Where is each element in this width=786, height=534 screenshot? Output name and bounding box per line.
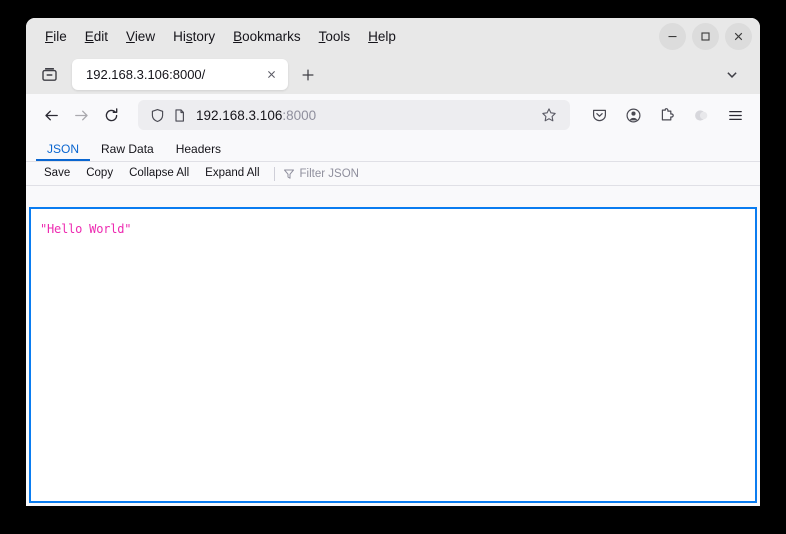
save-button[interactable]: Save: [36, 167, 78, 180]
copy-button[interactable]: Copy: [78, 167, 121, 180]
forward-button[interactable]: [66, 100, 96, 130]
filter-json-placeholder: Filter JSON: [299, 167, 359, 180]
account-button[interactable]: [618, 100, 648, 130]
hamburger-menu-icon: [728, 110, 742, 120]
browser-window: File Edit View History Bookmarks Tools H…: [26, 18, 760, 506]
list-all-tabs-button[interactable]: [718, 61, 746, 89]
extensions-icon: [661, 107, 674, 120]
menu-item-view[interactable]: View: [117, 27, 164, 47]
window-controls: [659, 18, 752, 55]
pocket-button[interactable]: [584, 100, 614, 130]
new-tab-button[interactable]: [294, 61, 322, 89]
menu-item-edit-rest: dit: [93, 28, 109, 44]
tab-title: 192.168.3.106:8000/: [86, 67, 206, 82]
menu-item-history[interactable]: History: [164, 27, 224, 47]
firefox-view-button[interactable]: [34, 60, 64, 89]
filter-icon: [283, 169, 294, 179]
forward-arrow-icon: [74, 110, 88, 120]
menu-item-bookmarks[interactable]: Bookmarks: [224, 27, 310, 47]
json-viewer-toolbar: Save Copy Collapse All Expand All Filter…: [26, 162, 760, 186]
tab-headers[interactable]: Headers: [165, 136, 232, 161]
menu-item-file[interactable]: File: [36, 27, 76, 47]
reload-icon: [105, 107, 117, 121]
chevron-down-icon: [727, 71, 737, 78]
expand-all-button[interactable]: Expand All: [197, 167, 267, 180]
collapse-all-button[interactable]: Collapse All: [121, 167, 197, 180]
account-icon: [625, 107, 641, 123]
menu-item-help[interactable]: Help: [359, 27, 405, 47]
page-icon: [174, 108, 184, 122]
menu-item-tools[interactable]: Tools: [310, 27, 360, 47]
menu-bar: File Edit View History Bookmarks Tools H…: [26, 18, 760, 55]
star-icon: [542, 108, 556, 122]
maximize-button[interactable]: [692, 23, 719, 50]
url-host: 192.168.3.106: [196, 107, 283, 123]
containers-icon: [694, 109, 707, 121]
menu-item-edit[interactable]: Edit: [76, 27, 117, 47]
filter-json-input[interactable]: Filter JSON: [279, 168, 359, 180]
back-arrow-icon: [44, 110, 58, 120]
firefox-view-icon: [41, 68, 57, 81]
json-string-value: "Hello World": [40, 222, 132, 236]
reload-button[interactable]: [96, 100, 126, 130]
url-port: :8000: [282, 107, 317, 123]
close-icon: [734, 32, 743, 41]
minimize-icon: [668, 36, 677, 38]
address-bar[interactable]: 192.168.3.106:8000: [138, 100, 570, 130]
close-button[interactable]: [725, 23, 752, 50]
json-viewer-tabs: JSON Raw Data Headers: [26, 136, 760, 162]
navigation-toolbar: 192.168.3.106:8000: [26, 94, 760, 136]
bookmark-button[interactable]: [536, 102, 562, 128]
page-info-button[interactable]: [168, 104, 190, 126]
browser-tab[interactable]: 192.168.3.106:8000/: [72, 59, 288, 90]
pocket-icon: [592, 109, 606, 121]
tracking-protection-button[interactable]: [146, 104, 168, 126]
url-text: 192.168.3.106:8000: [196, 108, 536, 123]
json-content-panel[interactable]: "Hello World": [29, 207, 757, 503]
extensions-button[interactable]: [652, 100, 682, 130]
minimize-button[interactable]: [659, 23, 686, 50]
containers-button[interactable]: [686, 100, 716, 130]
tab-strip: 192.168.3.106:8000/: [26, 55, 760, 94]
menu-item-file-rest: ile: [53, 28, 67, 44]
menu-item-view-rest: iew: [134, 28, 156, 44]
maximize-icon: [701, 32, 710, 41]
back-button[interactable]: [36, 100, 66, 130]
tab-raw-data[interactable]: Raw Data: [90, 136, 165, 161]
plus-icon: [302, 69, 314, 80]
tab-json[interactable]: JSON: [36, 136, 91, 161]
shield-icon: [151, 108, 163, 122]
tab-close-button[interactable]: [260, 64, 282, 86]
close-icon: [267, 71, 275, 78]
app-menu-button[interactable]: [720, 100, 750, 130]
toolbar-divider: [273, 166, 275, 181]
